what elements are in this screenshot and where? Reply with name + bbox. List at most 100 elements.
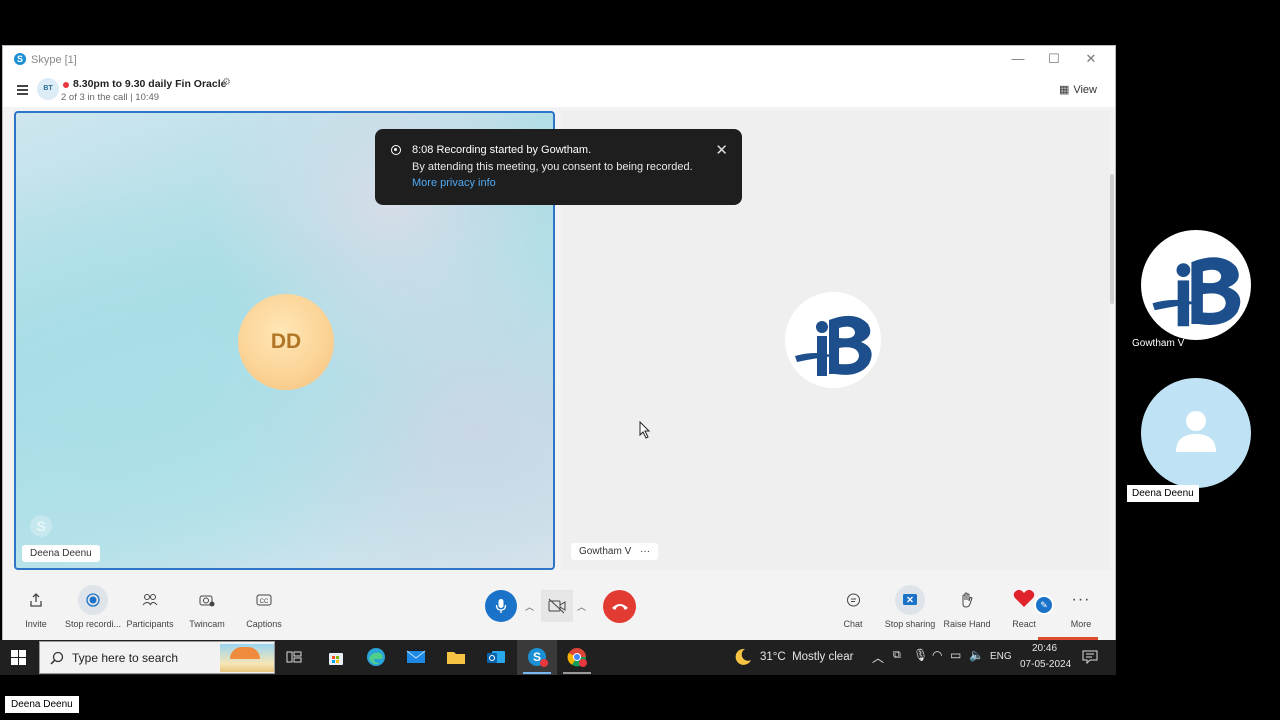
captions-label: Captions	[246, 619, 282, 629]
camera-off-icon	[548, 598, 566, 614]
menu-icon[interactable]	[17, 85, 28, 95]
share-icon	[21, 585, 51, 615]
scrollbar[interactable]	[1110, 174, 1114, 304]
clock-time[interactable]: 20:46	[1032, 643, 1057, 654]
person-icon	[1176, 411, 1216, 452]
hang-up-icon	[611, 604, 628, 610]
bottom-name-label: Deena Deenu	[5, 696, 79, 713]
record-icon	[78, 585, 108, 615]
call-header: BT 8.30pm to 9.30 daily Fin Oracle ⚙ 2 o…	[3, 73, 1115, 107]
tile-name-label: Deena Deenu	[22, 545, 100, 562]
weather-text[interactable]: 31°C Mostly clear	[760, 651, 853, 663]
participants-button[interactable]: Participants	[120, 576, 180, 634]
participants-icon	[135, 585, 165, 615]
twincam-label: Twincam	[189, 619, 225, 629]
raise-hand-button[interactable]: Raise Hand	[937, 576, 997, 634]
more-button[interactable]: ··· More	[1051, 576, 1111, 634]
twincam-button[interactable]: Twincam	[177, 576, 237, 634]
grid-icon: ▦	[1058, 84, 1070, 96]
skype-watermark-icon: S	[30, 515, 52, 537]
screen-share-icon	[895, 585, 925, 615]
stop-sharing-button[interactable]: Stop sharing	[880, 576, 940, 634]
raise-hand-label: Raise Hand	[943, 619, 991, 629]
notifications-icon[interactable]	[1082, 650, 1098, 664]
react-button[interactable]: ✎ React	[994, 576, 1054, 634]
gowtham-logo-avatar	[785, 292, 881, 388]
more-label: More	[1070, 619, 1092, 629]
meeting-title[interactable]: 8.30pm to 9.30 daily Fin Oracle	[73, 78, 226, 90]
invite-label: Invite	[25, 619, 47, 629]
view-label: View	[1073, 84, 1097, 96]
skype-notification-badge-icon	[540, 659, 548, 667]
svg-text:CC: CC	[260, 599, 269, 605]
windows-start-icon[interactable]	[11, 650, 26, 670]
hand-icon	[952, 585, 982, 615]
language-indicator[interactable]: ENG	[990, 651, 1012, 662]
camera-toggle-button[interactable]	[541, 590, 573, 622]
chat-icon	[838, 585, 868, 615]
show-hidden-icons-icon[interactable]: ︿	[872, 649, 884, 666]
battery-icon[interactable]: ▭	[950, 648, 961, 662]
moon-cloud-icon	[735, 648, 751, 665]
speaker-icon[interactable]: 🔈	[969, 648, 984, 662]
side-participant-name: Deena Deenu	[1127, 485, 1199, 502]
task-view-icon[interactable]	[282, 646, 306, 668]
tile-more-icon[interactable]: ···	[640, 546, 650, 557]
chat-button[interactable]: Chat	[823, 576, 883, 634]
meet-now-icon[interactable]: ⧉	[893, 649, 901, 662]
stop-recording-button[interactable]: Stop recordi...	[63, 576, 123, 634]
microphone-button[interactable]	[485, 590, 517, 622]
react-label: React	[1012, 619, 1036, 629]
maximize-button[interactable]: ☐	[1039, 50, 1069, 68]
microphone-tray-icon[interactable]: 🎙	[913, 648, 928, 662]
search-icon	[50, 651, 64, 665]
side-gowtham-avatar[interactable]	[1141, 230, 1251, 340]
stop-sharing-label: Stop sharing	[884, 619, 936, 629]
active-app-indicator	[523, 672, 551, 674]
chrome-taskbar-button[interactable]	[560, 640, 594, 675]
tile-name-label: Gowtham V	[579, 546, 632, 557]
window-title: Skype [1]	[31, 54, 77, 66]
title-bar: S Skype [1] — ☐ ✕	[3, 46, 1115, 73]
wifi-icon[interactable]: ◠	[932, 648, 942, 662]
invite-button[interactable]: Invite	[6, 576, 66, 634]
close-icon[interactable]: ✕	[715, 141, 728, 159]
mic-options-chevron-icon[interactable]: ︿	[525, 600, 534, 613]
camera-options-chevron-icon[interactable]: ︿	[577, 600, 586, 613]
mail-icon[interactable]	[404, 646, 428, 668]
skype-window: S Skype [1] — ☐ ✕ BT 8.30pm to 9.30 dail…	[2, 45, 1116, 641]
file-explorer-icon[interactable]	[444, 646, 468, 668]
group-avatar[interactable]: BT	[37, 78, 59, 100]
call-status: 2 of 3 in the call | 10:49	[61, 92, 160, 103]
recording-indicator-icon	[63, 82, 69, 88]
clock-date[interactable]: 07-05-2024	[1020, 659, 1071, 670]
minimize-button[interactable]: —	[1003, 50, 1033, 68]
search-highlight-image	[220, 644, 274, 672]
microsoft-store-icon[interactable]	[324, 646, 348, 668]
close-button[interactable]: ✕	[1076, 50, 1106, 68]
outlook-icon[interactable]	[484, 646, 508, 668]
chat-label: Chat	[843, 619, 863, 629]
beach-umbrella-icon	[230, 647, 260, 659]
recording-message: 8:08 Recording started by Gowtham.	[412, 144, 592, 156]
consent-message: By attending this meeting, you consent t…	[412, 161, 693, 173]
chrome-notification-badge-icon	[579, 659, 587, 667]
search-placeholder: Type here to search	[72, 651, 179, 665]
captions-icon: CC	[249, 585, 279, 615]
privacy-link[interactable]: More privacy info	[412, 177, 496, 189]
camera-icon	[192, 585, 222, 615]
end-call-button[interactable]	[603, 590, 636, 623]
open-app-indicator	[563, 672, 591, 674]
view-button[interactable]: ▦ View	[1059, 83, 1097, 96]
captions-button[interactable]: CC Captions	[234, 576, 294, 634]
skype-logo-icon: S	[14, 53, 26, 65]
weather-widget[interactable]	[733, 647, 753, 672]
skype-taskbar-button[interactable]: S	[517, 640, 557, 675]
recording-notification: 8:08 Recording started by Gowtham. By at…	[375, 129, 742, 205]
recording-icon	[391, 145, 401, 155]
more-icon: ···	[1071, 591, 1091, 608]
edge-browser-icon[interactable]	[364, 646, 388, 668]
settings-gear-icon[interactable]: ⚙	[222, 77, 231, 88]
side-deena-avatar[interactable]	[1141, 378, 1251, 488]
taskbar-search-box[interactable]: Type here to search	[39, 641, 275, 674]
